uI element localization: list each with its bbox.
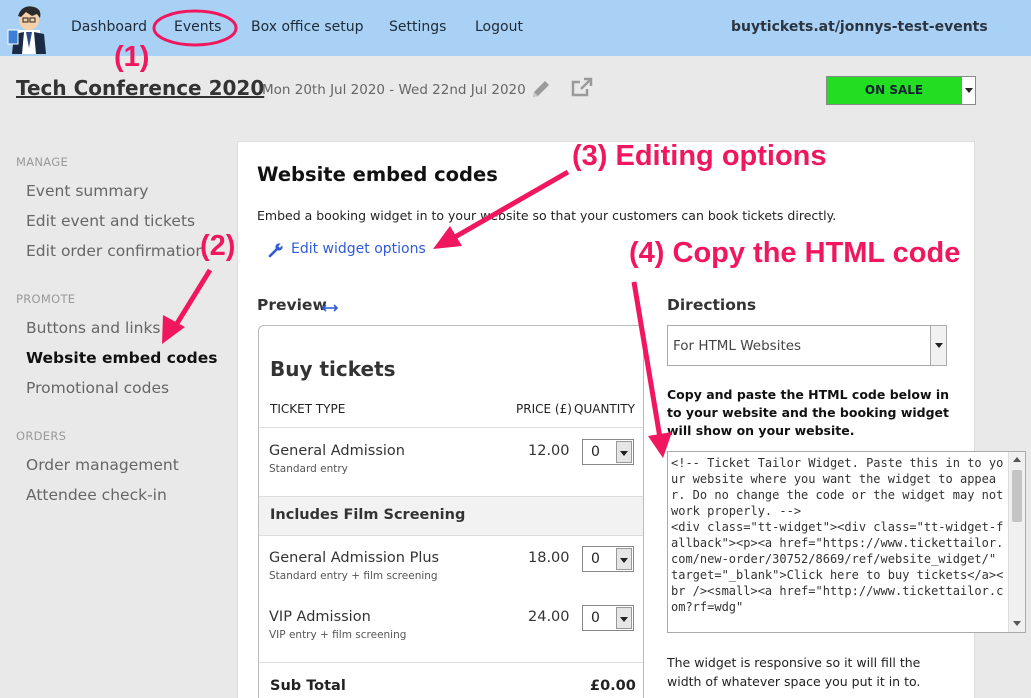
widget-responsive-note: The widget is responsive so it will fill… (667, 655, 921, 689)
sidebar-heading-orders: ORDERS (16, 429, 67, 443)
chevron-down-icon (930, 326, 946, 365)
site-url[interactable]: buytickets.at/jonnys-test-events (731, 19, 988, 35)
sale-status-select[interactable]: ON SALE (826, 76, 976, 105)
logo-icon[interactable] (4, 2, 50, 54)
page-description: Embed a booking widget in to your websit… (257, 208, 837, 223)
sidebar-heading-promote: PROMOTE (16, 292, 76, 306)
directions-instructions: Copy and paste the HTML code below in to… (667, 387, 950, 438)
sidebar-item-buttons-and-links[interactable]: Buttons and links (26, 319, 161, 337)
nav-logout[interactable]: Logout (475, 19, 523, 35)
directions-label: Directions (667, 296, 757, 314)
quantity-select[interactable]: 0 (582, 439, 634, 465)
ticket-name: General Admission Plus (269, 550, 440, 566)
ticket-description: VIP entry + film screening (269, 629, 407, 641)
nav-events[interactable]: Events (174, 19, 221, 35)
annotation-step-3: (3) Editing options (572, 140, 827, 172)
arrow-to-website-embed-codes (162, 268, 213, 344)
divider (259, 662, 643, 663)
chevron-down-icon (616, 607, 632, 629)
sidebar-item-edit-order-confirmation[interactable]: Edit order confirmation (26, 242, 205, 260)
ticket-description: Standard entry (269, 463, 348, 475)
sidebar-item-order-management[interactable]: Order management (26, 456, 179, 474)
scrollbar-thumb[interactable] (1012, 470, 1022, 522)
sidebar-item-edit-event-and-tickets[interactable]: Edit event and tickets (26, 212, 195, 230)
embed-code-text[interactable]: <!-- Ticket Tailor Widget. Paste this in… (671, 455, 1007, 615)
ticket-name: VIP Admission (269, 609, 371, 625)
top-navigation-bar: Dashboard Events Box office setup Settin… (0, 0, 1031, 56)
external-link-icon[interactable] (570, 76, 594, 98)
column-header-ticket-type: TICKET TYPE (270, 402, 346, 416)
directions-select[interactable]: For HTML Websites (667, 325, 947, 366)
ticket-price: 18.00 (528, 550, 570, 566)
directions-select-value: For HTML Websites (673, 338, 802, 354)
ticket-group-label: Includes Film Screening (270, 507, 466, 523)
page-title: Website embed codes (257, 163, 498, 186)
subtotal-value: £0.00 (590, 678, 636, 694)
sidebar-item-promotional-codes[interactable]: Promotional codes (26, 379, 169, 397)
scroll-down-icon[interactable] (1009, 616, 1025, 632)
widget-title: Buy tickets (270, 357, 396, 381)
divider (259, 535, 643, 536)
divider (259, 427, 643, 428)
quantity-select[interactable]: 0 (582, 605, 634, 631)
ticket-name: General Admission (269, 443, 405, 459)
expand-horizontal-icon[interactable] (321, 299, 339, 312)
quantity-value: 0 (591, 610, 600, 626)
chevron-down-icon (616, 441, 632, 463)
sidebar-item-website-embed-codes[interactable]: Website embed codes (26, 349, 217, 367)
scrollbar[interactable] (1008, 452, 1025, 632)
quantity-select[interactable]: 0 (582, 546, 634, 572)
quantity-value: 0 (591, 551, 600, 567)
chevron-down-icon (961, 77, 975, 104)
annotation-step-4: (4) Copy the HTML code (629, 237, 961, 269)
quantity-value: 0 (591, 444, 600, 460)
sidebar-item-event-summary[interactable]: Event summary (26, 182, 148, 200)
column-header-price: PRICE (£) (516, 402, 572, 416)
nav-box-office-setup[interactable]: Box office setup (251, 19, 364, 35)
ticket-price: 12.00 (528, 443, 570, 459)
event-dates: Mon 20th Jul 2020 - Wed 22nd Jul 2020 (262, 82, 526, 98)
chevron-down-icon (616, 548, 632, 570)
ticket-description: Standard entry + film screening (269, 570, 438, 582)
column-header-quantity: QUANTITY (574, 402, 635, 416)
edit-widget-options-link[interactable]: Edit widget options (291, 241, 426, 257)
event-header: Tech Conference 2020 Mon 20th Jul 2020 -… (0, 56, 1031, 120)
embed-code-textarea[interactable]: <!-- Ticket Tailor Widget. Paste this in… (667, 451, 1026, 633)
wrench-icon[interactable] (268, 242, 284, 258)
sale-status-value: ON SALE (864, 83, 924, 97)
annotation-step-2: (2) (200, 230, 236, 262)
sidebar-heading-manage: MANAGE (16, 155, 69, 169)
annotation-step-1: (1) (114, 41, 150, 73)
scroll-up-icon[interactable] (1009, 452, 1025, 468)
nav-settings[interactable]: Settings (389, 19, 446, 35)
event-title[interactable]: Tech Conference 2020 (16, 76, 264, 100)
sidebar-item-attendee-check-in[interactable]: Attendee check-in (26, 486, 167, 504)
pencil-icon[interactable] (530, 78, 552, 100)
preview-label: Preview (257, 296, 327, 314)
ticket-price: 24.00 (528, 609, 570, 625)
subtotal-label: Sub Total (270, 678, 346, 694)
nav-dashboard[interactable]: Dashboard (71, 19, 147, 35)
